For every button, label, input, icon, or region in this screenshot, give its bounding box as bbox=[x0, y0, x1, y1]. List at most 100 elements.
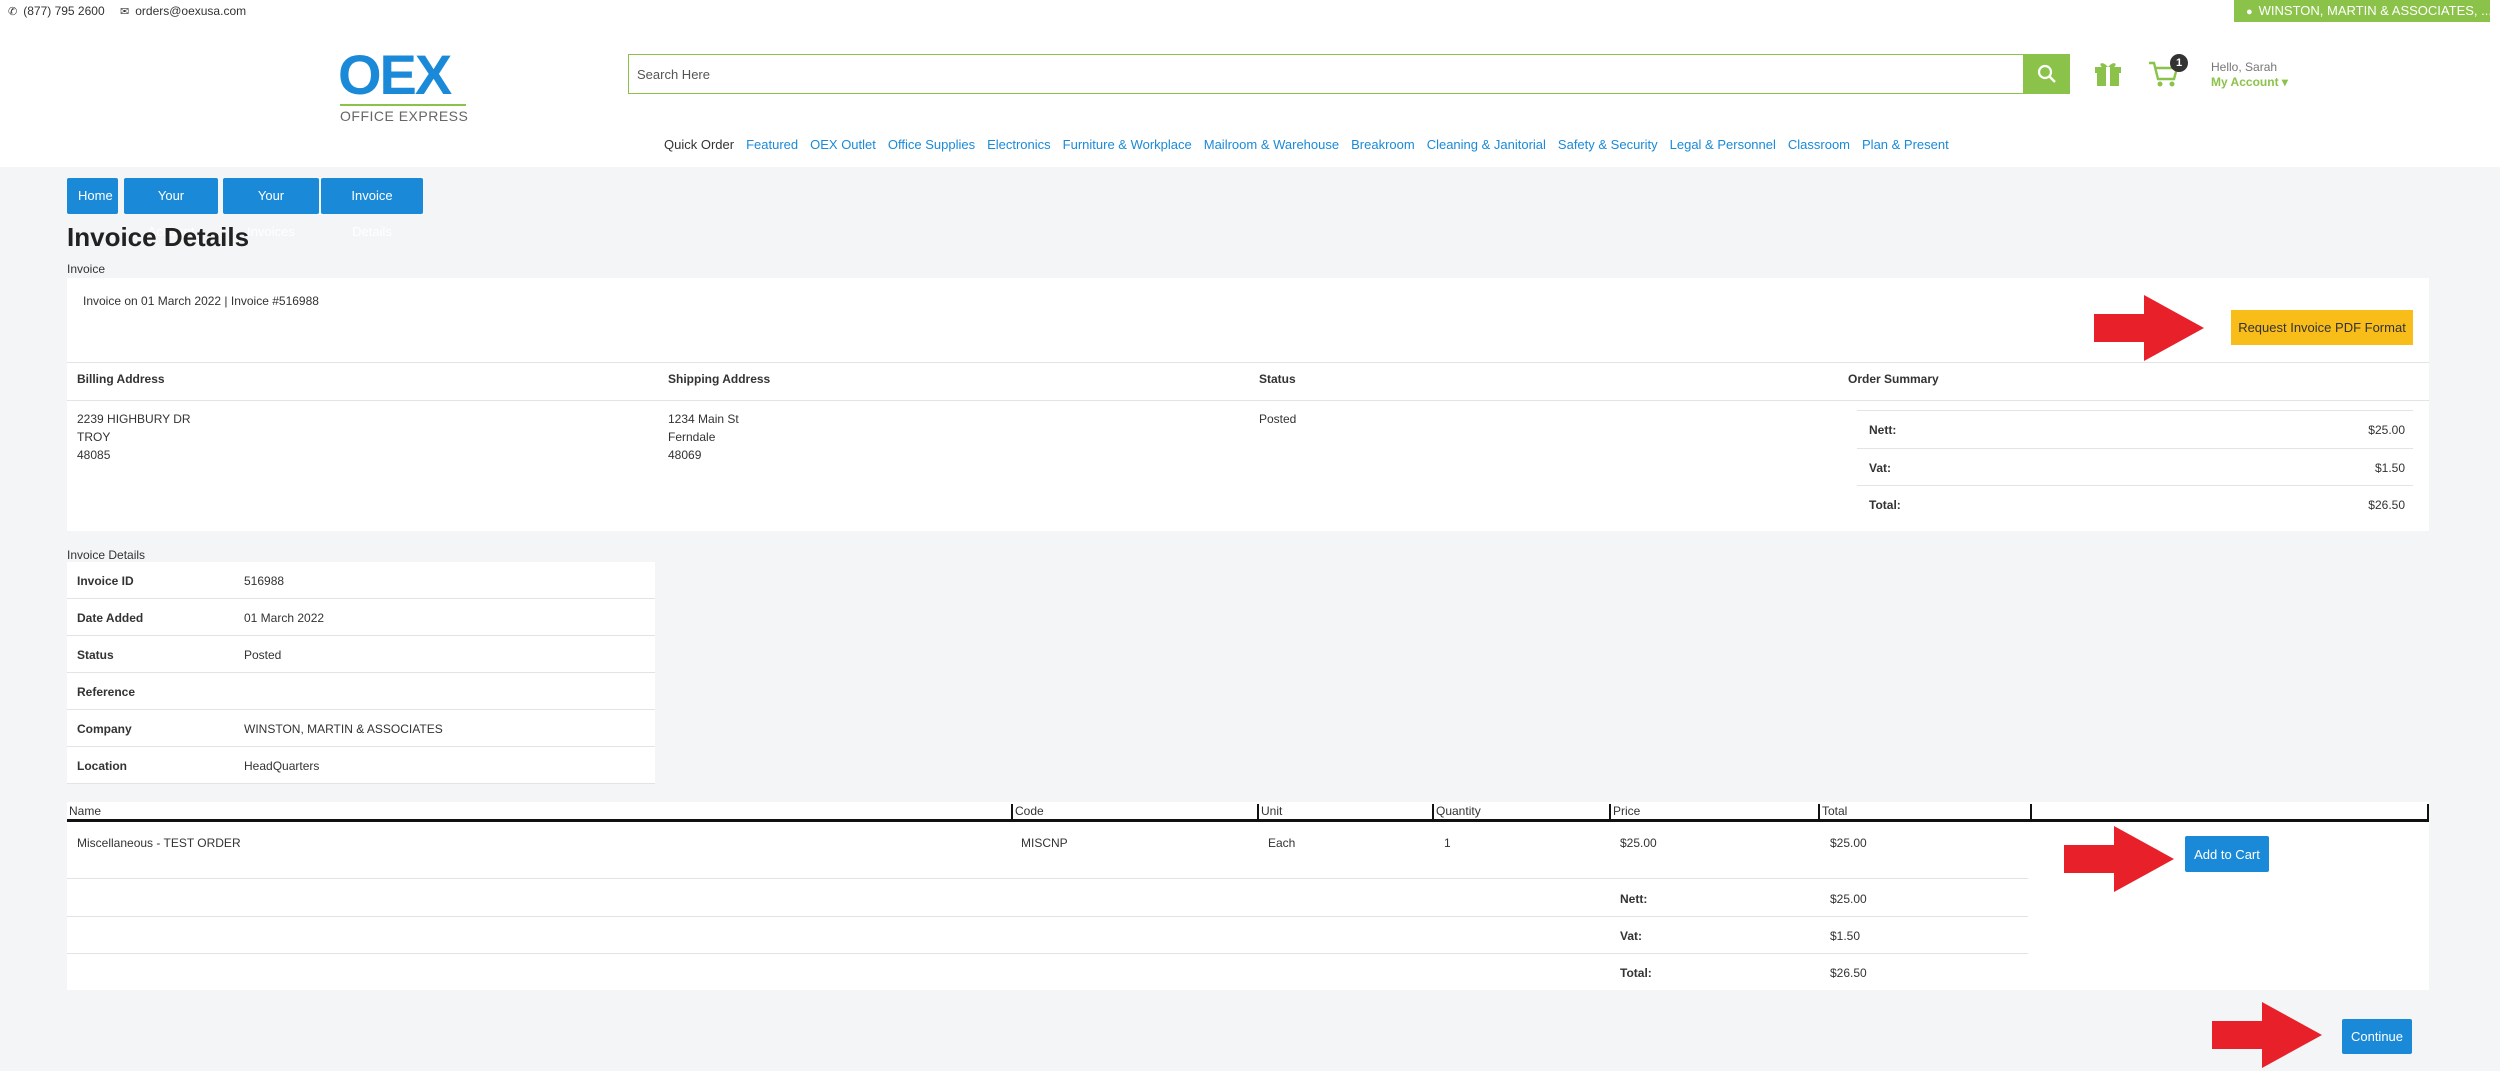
gift-icon[interactable] bbox=[2094, 60, 2122, 88]
request-pdf-button[interactable]: Request Invoice PDF Format bbox=[2231, 310, 2413, 345]
summary-nett-value: $25.00 bbox=[2368, 423, 2405, 437]
row-label: Invoice ID bbox=[77, 574, 134, 588]
items-vat-value: $1.50 bbox=[1830, 929, 1861, 943]
table-row: Company WINSTON, MARTIN & ASSOCIATES bbox=[67, 710, 655, 747]
summary-nett-row: Nett: $25.00 bbox=[1857, 410, 2413, 446]
nav-item-office-supplies[interactable]: Office Supplies bbox=[888, 137, 975, 152]
summary-vat-row: Vat: $1.50 bbox=[1857, 448, 2413, 484]
row-label: Status bbox=[77, 648, 114, 662]
item-total: $25.00 bbox=[1830, 836, 1867, 850]
status-heading: Status bbox=[1259, 372, 1296, 386]
summary-total-value: $26.50 bbox=[2368, 498, 2405, 512]
nav-item-cleaning[interactable]: Cleaning & Janitorial bbox=[1427, 137, 1546, 152]
col-price: Price bbox=[1609, 804, 1640, 822]
items-vat-label: Vat: bbox=[1620, 929, 1643, 943]
top-bar: ✆ (877) 795 2600 ✉ orders@oexusa.com bbox=[0, 0, 2500, 22]
logo-subtitle: OFFICE EXPRESS bbox=[340, 108, 469, 124]
item-quantity: 1 bbox=[1444, 836, 1451, 850]
row-value: HeadQuarters bbox=[244, 759, 320, 773]
divider bbox=[67, 400, 2429, 401]
breadcrumb-your-account[interactable]: Your Account bbox=[124, 178, 218, 239]
row-value: 01 March 2022 bbox=[244, 611, 325, 625]
oex-logo[interactable]: OEX OFFICE EXPRESS bbox=[338, 42, 470, 137]
row-label: Company bbox=[77, 722, 132, 736]
phone-number: (877) 795 2600 bbox=[23, 4, 105, 18]
nav-item-featured[interactable]: Featured bbox=[746, 137, 798, 152]
item-name: Miscellaneous - TEST ORDER bbox=[77, 836, 241, 850]
page-title: Invoice Details bbox=[67, 222, 250, 252]
divider bbox=[67, 878, 2028, 879]
breadcrumb-invoice-details[interactable]: Invoice Details bbox=[321, 178, 423, 239]
breadcrumb-home[interactable]: Home bbox=[67, 178, 118, 214]
summary-nett-label: Nett: bbox=[1869, 423, 1897, 437]
invoice-details-table: Invoice ID 516988 Date Added 01 March 2022… bbox=[67, 562, 655, 784]
items-total-label: Total: bbox=[1620, 966, 1652, 980]
breadcrumb-your-invoices[interactable]: Your Invoices bbox=[223, 178, 319, 239]
nav-item-plan-present[interactable]: Plan & Present bbox=[1862, 137, 1949, 152]
invoice-date-number: Invoice on 01 March 2022 | Invoice #5169… bbox=[83, 294, 319, 308]
summary-vat-label: Vat: bbox=[1869, 461, 1892, 475]
table-row: Status Posted bbox=[67, 636, 655, 673]
arrow-right-icon bbox=[2064, 826, 2174, 892]
shipping-address-heading: Shipping Address bbox=[668, 372, 771, 386]
billing-line-2: TROY bbox=[77, 430, 111, 444]
phone-icon: ✆ bbox=[8, 6, 18, 18]
nav-item-breakroom[interactable]: Breakroom bbox=[1351, 137, 1415, 152]
billing-address: 2239 HIGHBURY DR TROY 48085 bbox=[77, 410, 191, 464]
logo-text: OEX bbox=[338, 43, 452, 106]
summary-vat-value: $1.50 bbox=[2374, 461, 2405, 475]
nav-item-safety[interactable]: Safety & Security bbox=[1558, 137, 1658, 152]
location-pin-icon: ● bbox=[2246, 6, 2253, 18]
table-row: Date Added 01 March 2022 bbox=[67, 599, 655, 636]
divider bbox=[67, 916, 2028, 917]
table-row: Location HeadQuarters bbox=[67, 747, 655, 784]
col-quantity: Quantity bbox=[1432, 804, 1481, 822]
company-selector[interactable]: ● WINSTON, MARTIN & ASSOCIATES, ... bbox=[2234, 0, 2490, 22]
invoice-section-label: Invoice bbox=[67, 262, 106, 276]
col-name: Name bbox=[69, 804, 102, 818]
search-button[interactable] bbox=[2024, 54, 2070, 94]
divider bbox=[67, 362, 2429, 363]
nav-item-classroom[interactable]: Classroom bbox=[1788, 137, 1850, 152]
cart-count-badge: 1 bbox=[2170, 54, 2188, 72]
row-label: Location bbox=[77, 759, 127, 773]
company-name: WINSTON, MARTIN & ASSOCIATES, ... bbox=[2258, 3, 2490, 18]
add-to-cart-button[interactable]: Add to Cart bbox=[2185, 836, 2269, 872]
invoice-panel: Invoice on 01 March 2022 | Invoice #5169… bbox=[67, 278, 2429, 531]
divider bbox=[67, 953, 2028, 954]
search-icon bbox=[2037, 64, 2056, 83]
items-total-value: $26.50 bbox=[1830, 966, 1867, 980]
phone-contact[interactable]: ✆ (877) 795 2600 bbox=[8, 4, 105, 18]
nav-item-quick-order[interactable]: Quick Order bbox=[664, 137, 734, 152]
invoice-details-label: Invoice Details bbox=[67, 548, 146, 562]
my-account-dropdown[interactable]: My Account ▾ bbox=[2211, 75, 2288, 89]
col-unit: Unit bbox=[1257, 804, 1282, 822]
summary-total-row: Total: $26.50 bbox=[1857, 485, 2413, 521]
greeting-text: Hello, Sarah bbox=[2211, 60, 2278, 74]
nav-item-legal[interactable]: Legal & Personnel bbox=[1670, 137, 1776, 152]
items-nett-label: Nett: bbox=[1620, 892, 1648, 906]
search-bar bbox=[628, 54, 2070, 94]
nav-item-mailroom[interactable]: Mailroom & Warehouse bbox=[1204, 137, 1339, 152]
item-unit: Each bbox=[1268, 836, 1296, 850]
table-row: Invoice ID 516988 bbox=[67, 562, 655, 599]
continue-button[interactable]: Continue bbox=[2342, 1019, 2412, 1054]
col-actions bbox=[2030, 804, 2429, 822]
nav-item-furniture[interactable]: Furniture & Workplace bbox=[1063, 137, 1192, 152]
row-label: Date Added bbox=[77, 611, 144, 625]
shipping-address: 1234 Main St Ferndale 48069 bbox=[668, 410, 739, 464]
order-summary-heading: Order Summary bbox=[1848, 372, 1939, 386]
table-row: Reference bbox=[67, 673, 655, 710]
main-nav: Quick Order Featured OEX Outlet Office S… bbox=[664, 137, 1961, 152]
billing-line-3: 48085 bbox=[77, 448, 111, 462]
nav-item-oex-outlet[interactable]: OEX Outlet bbox=[810, 137, 876, 152]
col-code: Code bbox=[1011, 804, 1044, 822]
nav-item-electronics[interactable]: Electronics bbox=[987, 137, 1051, 152]
search-input[interactable] bbox=[628, 54, 2024, 94]
status-value: Posted bbox=[1259, 412, 1297, 426]
items-nett-value: $25.00 bbox=[1830, 892, 1867, 906]
item-code: MISCNP bbox=[1021, 836, 1068, 850]
shipping-line-3: 48069 bbox=[668, 448, 702, 462]
logo-underline bbox=[340, 104, 466, 106]
email-contact[interactable]: ✉ orders@oexusa.com bbox=[120, 4, 246, 18]
